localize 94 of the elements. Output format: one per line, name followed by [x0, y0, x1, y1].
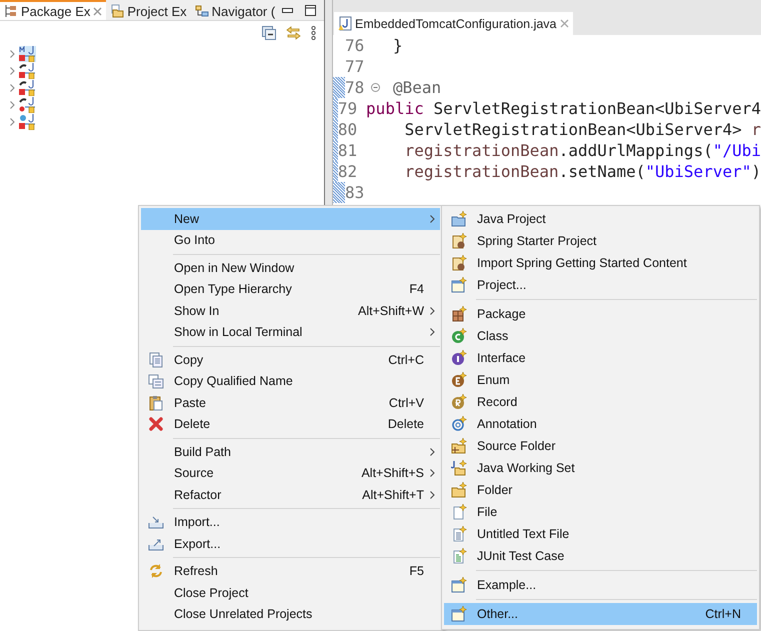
new-window-icon	[451, 606, 467, 622]
refresh-icon	[148, 563, 164, 580]
new-class-icon	[451, 328, 467, 344]
menu-item[interactable]: Folder	[444, 479, 757, 501]
menu-item[interactable]: Show in Local Terminal	[141, 322, 440, 343]
menu-item[interactable]: Refactor Alt+Shift+T	[141, 484, 440, 506]
code-line: public ServletRegistrationBean<UbiServer4	[366, 99, 761, 118]
menu-item[interactable]: Example...	[444, 574, 757, 596]
menu-item[interactable]: Record	[444, 391, 757, 413]
line-number: 83	[345, 183, 366, 202]
menu-item[interactable]: JUnit Test Case	[444, 545, 757, 567]
menu-item[interactable]: Export...	[141, 533, 440, 554]
view-tab[interactable]: Navigator (	[190, 0, 280, 20]
project-icon[interactable]	[19, 46, 36, 62]
line-number: 82	[338, 162, 358, 181]
new-folder-icon	[451, 482, 467, 498]
menu-item[interactable]: Spring Starter Project	[444, 230, 757, 252]
new-window-icon	[451, 277, 467, 293]
new-file-icon	[451, 504, 467, 520]
editor-tab[interactable]: EmbeddedTomcatConfiguration.java	[334, 12, 573, 35]
menu-item[interactable]: Close Unrelated Projects	[141, 604, 440, 625]
menu-item[interactable]: File	[444, 501, 757, 523]
collapse-all-icon[interactable]	[262, 26, 276, 40]
java-file-icon	[338, 16, 352, 31]
menu-item[interactable]: Show In Alt+Shift+W	[141, 300, 440, 322]
import-icon	[148, 514, 164, 530]
project-icon[interactable]	[19, 80, 36, 96]
menu-item[interactable]: Open in New Window	[141, 257, 440, 278]
menu-item[interactable]: Other... Ctrl+N	[444, 603, 757, 625]
project-icon[interactable]	[19, 96, 36, 112]
line-number: 81	[338, 141, 358, 160]
line-number: 80	[338, 120, 358, 139]
fold-icon[interactable]	[371, 83, 380, 92]
link-with-editor-icon[interactable]	[286, 26, 301, 40]
more-options-icon[interactable]	[311, 26, 316, 40]
menu-item[interactable]: Build Path	[141, 441, 440, 462]
menu-item[interactable]: Source Alt+Shift+S	[141, 462, 440, 484]
menu-item[interactable]: Java Project	[444, 208, 757, 230]
new-interface-icon	[451, 350, 467, 366]
delete-icon	[148, 416, 164, 432]
new-project-icon	[451, 255, 467, 271]
menu-item[interactable]: Untitled Text File	[444, 523, 757, 545]
minimize-icon[interactable]	[282, 8, 293, 12]
line-number: 79	[338, 99, 358, 118]
menu-item[interactable]: Import...	[141, 512, 440, 533]
line-number: 77	[345, 57, 366, 76]
new-record-icon	[451, 394, 467, 410]
code-line: @Bean	[393, 78, 442, 97]
new-test-case-icon	[451, 548, 467, 564]
menu-item[interactable]: Source Folder	[444, 435, 757, 457]
menu-item[interactable]: Close Project	[141, 582, 440, 604]
line-number: 76	[345, 36, 366, 55]
menu-item[interactable]: New	[141, 208, 440, 230]
new-project-icon	[451, 211, 467, 227]
project-icon[interactable]	[19, 114, 36, 130]
project-icon[interactable]	[19, 62, 36, 78]
menu-item[interactable]: Java Working Set	[444, 457, 757, 479]
maximize-icon[interactable]	[305, 4, 316, 16]
menu-item[interactable]: Delete Delete	[141, 414, 440, 435]
code-line: registrationBean.addUrlMappings("/Ubi	[404, 141, 761, 160]
new-annotation-icon	[451, 416, 467, 432]
menu-item[interactable]: Go Into	[141, 230, 440, 251]
new-working-set-icon	[451, 460, 467, 476]
new-window-icon	[451, 577, 467, 593]
menu-item[interactable]: Interface	[444, 347, 757, 369]
menu-item[interactable]: Enum	[444, 369, 757, 391]
line-number: 78	[345, 78, 366, 97]
menu-item[interactable]: Package	[444, 303, 757, 325]
folder-icon	[110, 4, 124, 18]
copy-icon	[148, 373, 164, 390]
clipboard-icon	[148, 394, 164, 411]
new-source-folder-icon	[451, 438, 467, 454]
menu-item[interactable]: Refresh F5	[141, 560, 440, 582]
code-line: }	[393, 36, 403, 55]
navigator-icon	[194, 4, 209, 18]
new-text-file-icon	[451, 526, 467, 542]
copy-icon	[148, 352, 164, 368]
view-tab[interactable]: Project Ex	[106, 0, 191, 20]
menu-item[interactable]: Annotation	[444, 413, 757, 435]
view-tab[interactable]: Package Ex	[0, 0, 106, 20]
menu-item[interactable]: Paste Ctrl+V	[141, 392, 440, 414]
package-explorer-icon	[4, 4, 18, 18]
menu-item[interactable]: Import Spring Getting Started Content	[444, 252, 757, 274]
new-project-icon	[451, 233, 467, 249]
menu-item[interactable]: Project...	[444, 274, 757, 296]
close-icon[interactable]	[93, 6, 102, 16]
code-line: registrationBean.setName("UbiServer")	[404, 162, 761, 181]
menu-item[interactable]: Open Type Hierarchy F4	[141, 278, 440, 300]
code-line: ServletRegistrationBean<UbiServer4> r	[404, 120, 761, 139]
new-package-icon	[451, 306, 467, 322]
menu-item[interactable]: Class	[444, 325, 757, 347]
new-enum-icon	[451, 372, 467, 388]
menu-item[interactable]: Copy Ctrl+C	[141, 349, 440, 370]
menu-item[interactable]: Copy Qualified Name	[141, 370, 440, 392]
